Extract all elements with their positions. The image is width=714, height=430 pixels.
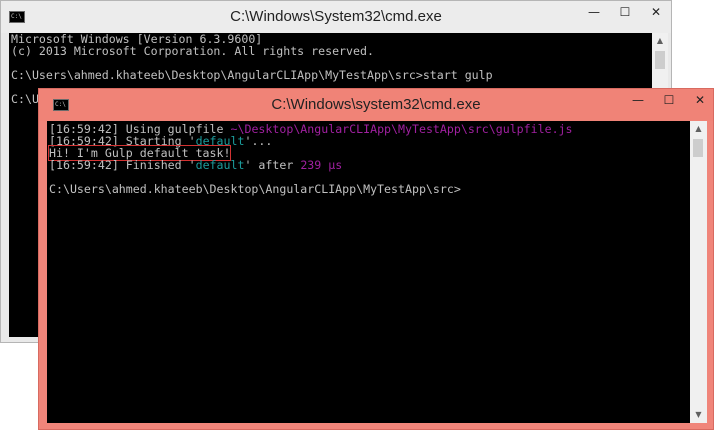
maximize-button[interactable]: ☐	[610, 1, 640, 23]
after-text: ' after	[244, 158, 301, 172]
window-title: C:\Windows\system32\cmd.exe	[271, 96, 481, 113]
scrollbar-thumb[interactable]	[693, 139, 703, 157]
timestamp: [16:59:42]	[49, 158, 119, 172]
close-button[interactable]: ✕	[685, 89, 714, 111]
terminal-line-finished: [16:59:42] Finished 'default' after 239 …	[49, 159, 342, 171]
starting-suffix: '...	[244, 134, 273, 148]
scrollbar-thumb[interactable]	[655, 51, 665, 69]
scroll-down-icon[interactable]: ▼	[690, 407, 707, 423]
terminal-line: C:\U	[11, 92, 39, 106]
title-bar[interactable]: C:\ C:\Windows\system32\cmd.exe — ☐ ✕	[39, 89, 713, 121]
maximize-button[interactable]: ☐	[654, 89, 684, 111]
terminal-output[interactable]: [16:59:42] Using gulpfile ~\Desktop\Angu…	[47, 121, 690, 423]
window-title: C:\Windows\System32\cmd.exe	[230, 8, 442, 25]
close-button[interactable]: ✕	[641, 1, 671, 23]
gulpfile-path: ~\Desktop\AngularCLIApp\MyTestApp\src\gu…	[230, 122, 573, 136]
terminal-line: C:\Users\ahmed.khateeb\Desktop\AngularCL…	[11, 68, 493, 82]
vertical-scrollbar[interactable]: ▲ ▼	[690, 121, 707, 423]
minimize-button[interactable]: —	[623, 89, 653, 111]
terminal-line: (c) 2013 Microsoft Corporation. All righ…	[11, 44, 374, 58]
minimize-button[interactable]: —	[579, 1, 609, 23]
duration: 239 μs	[300, 158, 343, 172]
command-prompt[interactable]: C:\Users\ahmed.khateeb\Desktop\AngularCL…	[49, 183, 461, 195]
scroll-up-icon[interactable]: ▲	[652, 33, 668, 49]
task-name: default	[195, 158, 245, 172]
title-bar[interactable]: C:\ C:\Windows\System32\cmd.exe — ☐ ✕	[1, 1, 671, 33]
cmd-window-front[interactable]: C:\ C:\Windows\system32\cmd.exe — ☐ ✕ [1…	[38, 88, 714, 430]
scroll-up-icon[interactable]: ▲	[690, 121, 707, 137]
finished-text: Finished '	[118, 158, 196, 172]
